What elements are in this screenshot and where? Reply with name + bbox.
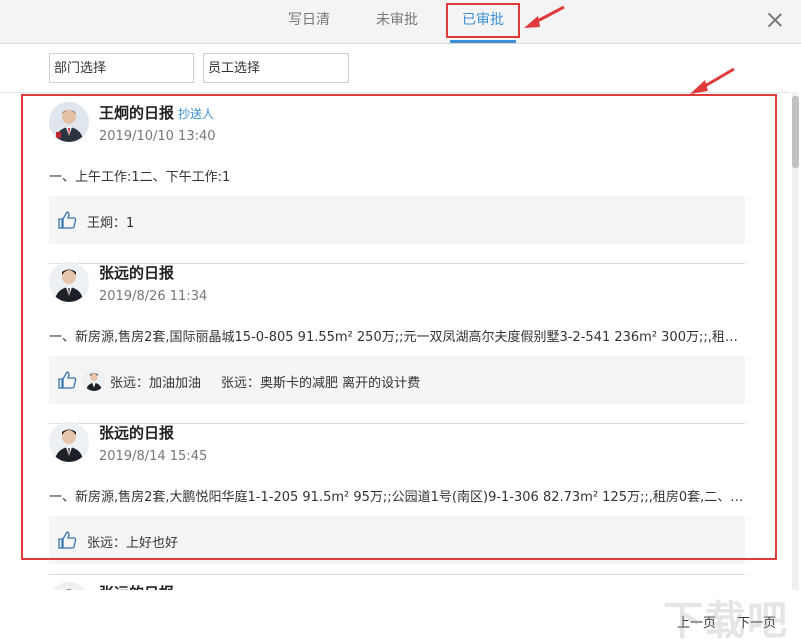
scrollbar[interactable] <box>792 92 799 590</box>
tab-write-daily[interactable]: 写日清 <box>278 0 340 43</box>
department-select[interactable]: 部门选择 <box>49 53 194 83</box>
avatar[interactable] <box>49 582 89 590</box>
scrollbar-thumb[interactable] <box>792 96 799 168</box>
employee-select[interactable]: 员工选择 <box>203 53 349 83</box>
annotation-box <box>21 94 777 560</box>
report-item: 张远的日报 <box>49 582 745 590</box>
annotation-box <box>446 3 520 38</box>
report-title: 张远的日报 <box>99 582 174 590</box>
tab-bar: 写日清 未审批 已审批 <box>0 0 801 44</box>
close-icon[interactable] <box>767 12 783 28</box>
divider <box>49 574 745 575</box>
tab-pending-approval[interactable]: 未审批 <box>366 0 428 43</box>
annotation-arrow-icon <box>690 67 735 94</box>
watermark-logo: 下载吧 <box>663 598 789 642</box>
annotation-arrow-icon <box>524 5 565 28</box>
